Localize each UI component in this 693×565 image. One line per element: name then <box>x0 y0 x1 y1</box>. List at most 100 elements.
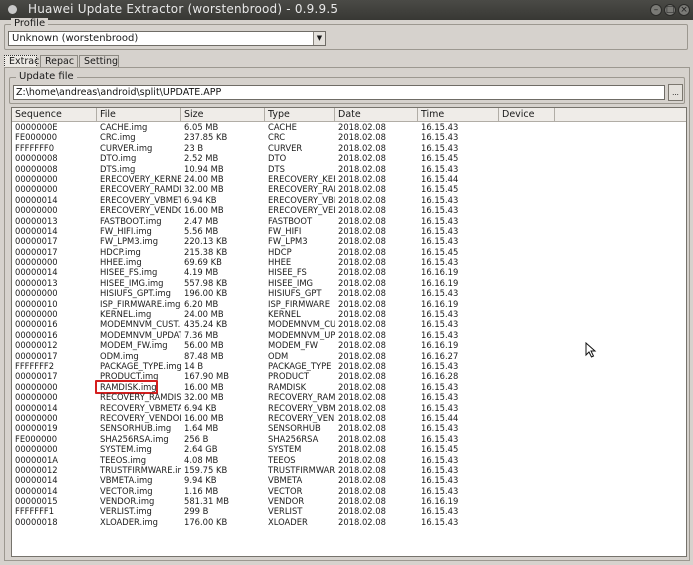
table-row[interactable]: 00000018 XLOADER.img 176.00 KB XLOADER 2018.… <box>12 517 686 527</box>
cell-type: ERECOVERY_VBM <box>268 194 335 205</box>
table-row[interactable]: 00000000 SYSTEM.img 2.64 GB SYSTEM 2018.02.0… <box>12 444 686 454</box>
cell-device <box>499 340 555 350</box>
table-row[interactable]: 00000000 RAMDISK.img 16.00 MB RAMDISK 2018.0… <box>12 379 686 394</box>
cell-time: 16.16.27 <box>421 350 459 361</box>
table-row[interactable]: 00000013 FASTBOOT.img 2.47 MB FASTBOOT 2018.… <box>12 216 686 226</box>
table-row[interactable]: 0000001A TEEOS.img 4.08 MB TEEOS 2018.02.08 1… <box>12 455 686 465</box>
cell-device <box>499 455 555 465</box>
table-row[interactable]: 00000017 PRODUCT.img 167.90 MB PRODUCT 2018.… <box>12 371 686 381</box>
cell-sequence: 00000008 <box>15 153 58 164</box>
cell-device <box>499 465 555 475</box>
column-header-size[interactable]: Size <box>181 108 265 122</box>
column-header-type[interactable]: Type <box>265 108 335 122</box>
table-row[interactable]: 00000014 VBMETA.img 9.94 KB VBMETA 2018.02.0… <box>12 475 686 485</box>
cell-time: 16.15.43 <box>421 402 459 413</box>
table-row[interactable]: 00000000 HHEE.img 69.69 KB HHEE 2018.02.08 16… <box>12 257 686 267</box>
table-row[interactable]: 00000013 HISEE_IMG.img 557.98 KB HISEE_IMG 2… <box>12 278 686 288</box>
table-row[interactable]: FFFFFFF0 CURVER.img 23 B CURVER 2018.02.08 16… <box>12 143 686 153</box>
cell-size: 6.94 KB <box>184 194 217 205</box>
cell-size: 87.48 MB <box>184 350 224 361</box>
cell-date: 2018.02.08 <box>338 496 386 507</box>
cell-type: VBMETA <box>268 475 303 486</box>
cell-size: 220.13 KB <box>184 236 228 247</box>
cell-sequence: 00000014 <box>15 475 58 486</box>
table-row[interactable]: 00000000 RECOVERY_RAMDIS.i 32.00 MB RECOVER… <box>12 392 686 402</box>
table-row[interactable]: 00000015 VENDOR.img 581.31 MB VENDOR 2018.02… <box>12 496 686 506</box>
cell-type: MODEM_FW <box>268 340 319 351</box>
cell-size: 6.94 KB <box>184 402 217 413</box>
column-header-time[interactable]: Time <box>418 108 499 122</box>
cell-device <box>499 205 555 215</box>
maximize-button[interactable]: □ <box>664 4 676 16</box>
table-row[interactable]: 00000016 MODEMNVM_CUST.i 435.24 KB MODEMNVM… <box>12 319 686 329</box>
column-header-sequence[interactable]: Sequence <box>12 108 97 122</box>
cell-sequence: 00000019 <box>15 423 58 434</box>
cell-file: VECTOR.img <box>100 485 153 496</box>
cell-sequence: 00000000 <box>15 184 58 195</box>
column-header-date[interactable]: Date <box>335 108 418 122</box>
table-row[interactable]: 00000000 ERECOVERY_KERNE.i 24.00 MB ERECOVE… <box>12 174 686 184</box>
table-row[interactable]: 00000014 HISEE_FS.img 4.19 MB HISEE_FS 2018.… <box>12 267 686 277</box>
table-row[interactable]: FFFFFFF2 PACKAGE_TYPE.img 14 B PACKAGE_TYPE… <box>12 361 686 371</box>
table-row[interactable]: FFFFFFF1 VERLIST.img 299 B VERLIST 2018.02.0… <box>12 506 686 516</box>
table-row[interactable]: 00000012 TRUSTFIRMWARE.im 159.75 KB TRUSTFI… <box>12 465 686 475</box>
column-header-file[interactable]: File <box>97 108 181 122</box>
cell-size: 24.00 MB <box>184 173 224 184</box>
cell-date: 2018.02.08 <box>338 142 386 153</box>
list-header: Sequence File Size Type Date Time Device <box>12 108 686 122</box>
table-row[interactable]: 00000008 DTO.img 2.52 MB DTO 2018.02.08 16.15… <box>12 153 686 163</box>
cell-size: 10.94 MB <box>184 163 224 174</box>
cell-device <box>499 153 555 163</box>
cell-time: 16.15.45 <box>421 153 459 164</box>
partition-list[interactable]: Sequence File Size Type Date Time Device 00000… <box>11 107 687 557</box>
cell-type: FASTBOOT <box>268 215 313 226</box>
cell-sequence: 00000017 <box>15 236 58 247</box>
table-row[interactable]: 00000000 HISIUFS_GPT.img 196.00 KB HISIUFS_… <box>12 288 686 298</box>
cell-date: 2018.02.08 <box>338 329 386 340</box>
table-row[interactable]: 00000000 RECOVERY_VENDOR.i 16.00 MB RECOVER… <box>12 413 686 423</box>
cell-type: HISEE_IMG <box>268 277 314 288</box>
column-header-device[interactable]: Device <box>499 108 555 122</box>
cell-time: 16.15.43 <box>421 236 459 247</box>
table-row[interactable]: 00000017 HDCP.img 215.38 KB HDCP 2018.02.08 1… <box>12 247 686 257</box>
cell-file: ERECOVERY_KERNE.i <box>100 173 181 184</box>
cell-date: 2018.02.08 <box>338 340 386 351</box>
cell-type: TRUSTFIRMWARE <box>268 464 335 475</box>
table-row[interactable]: 00000014 VECTOR.img 1.16 MB VECTOR 2018.02.0… <box>12 486 686 496</box>
table-row[interactable]: FE000000 CRC.img 237.85 KB CRC 2018.02.08 16.… <box>12 132 686 142</box>
cell-size: 56.00 MB <box>184 340 224 351</box>
title-bar[interactable]: Huawei Update Extractor (worstenbrood) -… <box>0 0 693 20</box>
cell-date: 2018.02.08 <box>338 475 386 486</box>
cell-sequence: 00000012 <box>15 340 58 351</box>
cell-file: CACHE.img <box>100 122 148 132</box>
table-row[interactable]: 0000000E CACHE.img 6.05 MB CACHE 2018.02.08 1… <box>12 122 686 132</box>
table-row[interactable]: FE000000 SHA256RSA.img 256 B SHA256RSA 2018.… <box>12 434 686 444</box>
browse-button[interactable]: ... <box>668 84 683 101</box>
table-row[interactable]: 00000014 RECOVERY_VBMETA.i 6.94 KB RECOVERY… <box>12 403 686 413</box>
cell-date: 2018.02.08 <box>338 423 386 434</box>
profile-select[interactable]: Unknown (worstenbrood) ▼ <box>8 31 326 46</box>
cell-date: 2018.02.08 <box>338 184 386 195</box>
cell-file: CURVER.img <box>100 142 153 153</box>
table-row[interactable]: 00000010 ISP_FIRMWARE.img 6.20 MB ISP_FIRMW… <box>12 299 686 309</box>
table-row[interactable]: 00000019 SENSORHUB.img 1.64 MB SENSORHUB 201… <box>12 423 686 433</box>
table-row[interactable]: 00000000 ERECOVERY_RAMDI.i 32.00 MB ERECOVE… <box>12 184 686 194</box>
cell-size: 7.36 MB <box>184 329 219 340</box>
cell-type: CACHE <box>268 122 297 132</box>
table-row[interactable]: 00000014 ERECOVERY_VBMET.i 6.94 KB ERECOVER… <box>12 195 686 205</box>
cell-time: 16.15.43 <box>421 205 459 216</box>
cell-file: SHA256RSA.img <box>100 433 169 444</box>
minimize-button[interactable]: – <box>650 4 662 16</box>
update-file-path-input[interactable] <box>13 85 665 100</box>
table-row[interactable]: 00000017 FW_LPM3.img 220.13 KB FW_LPM3 2018.… <box>12 236 686 246</box>
table-row[interactable]: 00000014 FW_HIFI.img 5.56 MB FW_HIFI 2018.02… <box>12 226 686 236</box>
table-row[interactable]: 00000000 KERNEL.img 24.00 MB KERNEL 2018.02.… <box>12 309 686 319</box>
table-row[interactable]: 00000016 MODEMNVM_UPDATE 7.36 MB MODEMNVM_U… <box>12 330 686 340</box>
cell-file: FW_LPM3.img <box>100 236 159 247</box>
dropdown-arrow-icon[interactable]: ▼ <box>313 32 325 45</box>
close-button[interactable]: × <box>678 4 690 16</box>
cell-file: XLOADER.img <box>100 516 159 527</box>
cell-type: FW_HIFI <box>268 225 302 236</box>
table-row[interactable]: 00000000 ERECOVERY_VENDO.i 16.00 MB ERECOVE… <box>12 205 686 215</box>
table-row[interactable]: 00000008 DTS.img 10.94 MB DTS 2018.02.08 16.1… <box>12 164 686 174</box>
